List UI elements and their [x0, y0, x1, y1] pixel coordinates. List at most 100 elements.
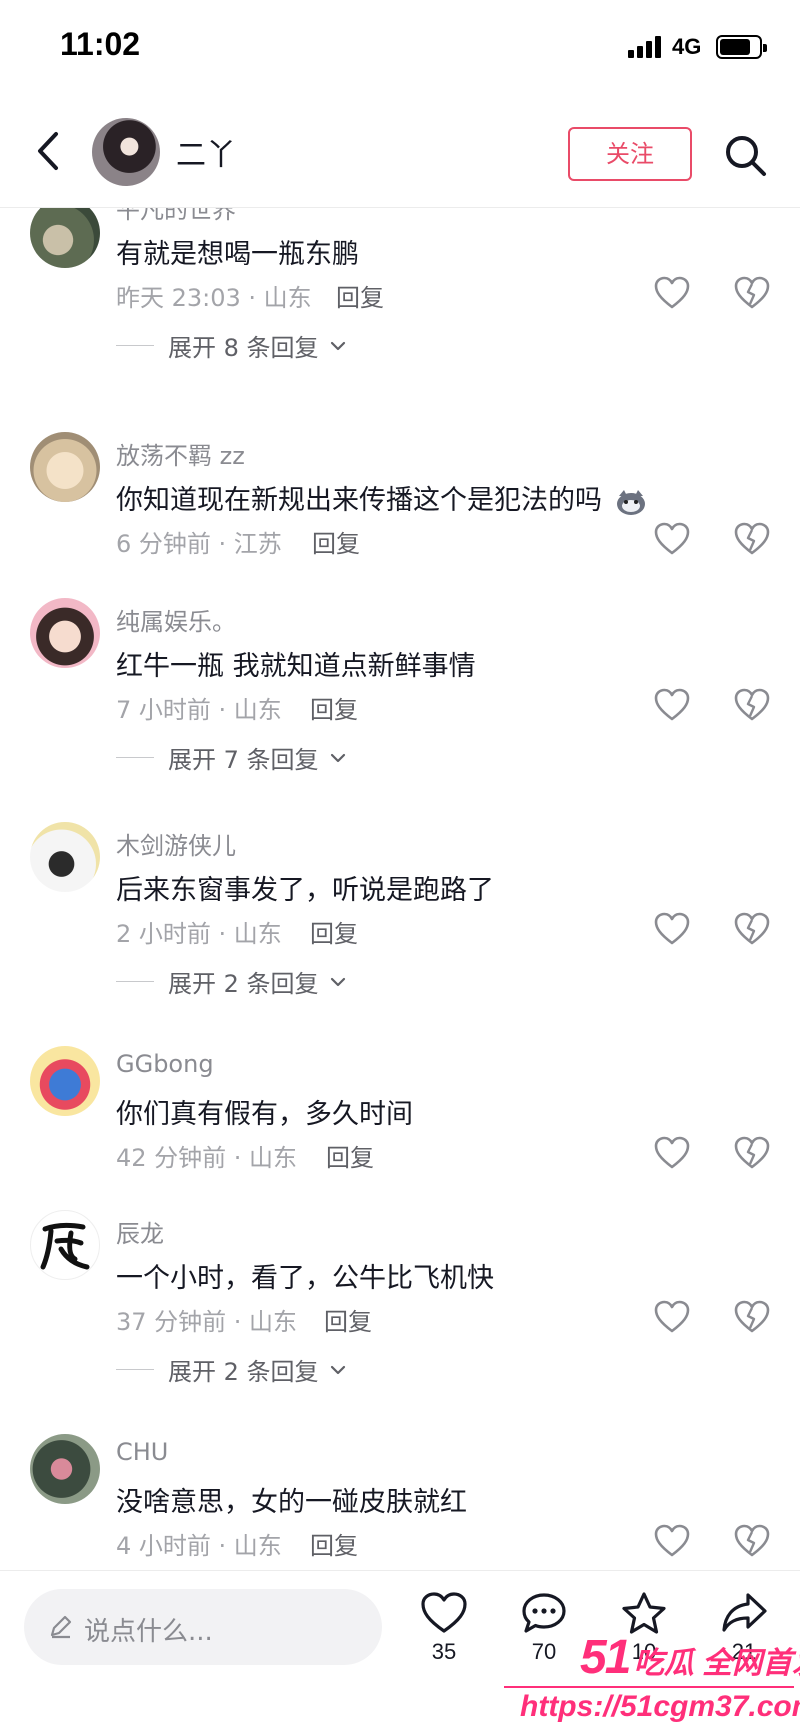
comment-meta: 42 分钟前 · 山东	[116, 1144, 298, 1172]
battery-icon	[716, 35, 767, 59]
back-arrow-icon	[38, 132, 58, 170]
emoji-icon	[616, 489, 645, 515]
like-count: 35	[431, 1639, 457, 1664]
chevron-down-icon	[330, 341, 345, 350]
avatar[interactable]	[30, 1046, 100, 1116]
like-button[interactable]	[654, 522, 690, 556]
comment-text: 你知道现在新规出来传播这个是犯法的吗	[116, 478, 647, 517]
avatar[interactable]	[30, 1434, 100, 1504]
comment-username[interactable]: 纯属娱乐。	[116, 602, 236, 637]
comment-meta: 4 小时前 · 山东	[116, 1532, 282, 1560]
comment-action-button[interactable]: 70	[504, 1591, 584, 1691]
profile-header: 二丫 关注	[0, 96, 800, 208]
comment-item: CHU 没啥意思，女的一碰皮肤就红 4 小时前 · 山东 回复	[0, 1434, 800, 1570]
comment-meta: 6 分钟前 · 江苏	[116, 530, 282, 558]
reply-button[interactable]: 回复	[310, 914, 358, 949]
reply-button[interactable]: 回复	[310, 690, 358, 725]
avatar[interactable]	[30, 1210, 100, 1280]
star-icon	[622, 1592, 666, 1634]
comment-item: 木剑游侠儿 后来东窗事发了，听说是跑路了 2 小时前 · 山东 回复 展开 2 …	[0, 822, 800, 1012]
network-label: 4G	[672, 34, 702, 59]
status-bar: 11:02 4G	[0, 0, 800, 96]
comment-meta: 2 小时前 · 山东	[116, 920, 282, 948]
heart-outline-icon	[654, 276, 690, 309]
expand-replies-label: 展开 7 条回复	[168, 746, 319, 774]
chevron-down-icon	[330, 977, 345, 986]
heart-broken-icon	[734, 1300, 770, 1333]
dislike-button[interactable]	[734, 688, 770, 722]
comment-item: 辰龙 一个小时，看了，公牛比飞机快 37 分钟前 · 山东 回复 展开 2 条回…	[0, 1210, 800, 1400]
header-avatar[interactable]	[92, 118, 160, 186]
comment-username[interactable]: 平凡的世界	[116, 208, 236, 225]
reply-button[interactable]: 回复	[310, 1526, 358, 1561]
comment-username[interactable]: GGbong	[116, 1050, 214, 1078]
chevron-down-icon	[330, 753, 345, 762]
reply-button[interactable]: 回复	[324, 1302, 372, 1337]
follow-button[interactable]: 关注	[568, 127, 692, 181]
comment-meta: 37 分钟前 · 山东	[116, 1308, 298, 1336]
like-button[interactable]	[654, 1136, 690, 1170]
like-action-button[interactable]: 35	[404, 1591, 484, 1691]
comment-input-placeholder: 说点什么...	[84, 1617, 213, 1647]
dislike-button[interactable]	[734, 1524, 770, 1558]
comment-username[interactable]: 辰龙	[116, 1214, 164, 1249]
heart-outline-icon	[654, 522, 690, 555]
reply-button[interactable]: 回复	[326, 1138, 374, 1173]
search-button[interactable]	[722, 132, 770, 180]
comment-text: 有就是想喝一瓶东鹏	[116, 239, 359, 270]
chevron-down-icon	[330, 1365, 345, 1374]
dislike-button[interactable]	[734, 1136, 770, 1170]
expand-replies[interactable]: 展开 8 条回复	[116, 328, 346, 362]
calligraphy-logo	[40, 1222, 90, 1270]
like-button[interactable]	[654, 912, 690, 946]
heart-outline-icon	[654, 1300, 690, 1333]
dislike-button[interactable]	[734, 522, 770, 556]
signal-icon	[628, 36, 664, 58]
comment-username[interactable]: CHU	[116, 1438, 168, 1466]
dislike-button[interactable]	[734, 1300, 770, 1334]
comment-count: 70	[531, 1639, 557, 1664]
heart-broken-icon	[734, 1524, 770, 1557]
avatar[interactable]	[30, 598, 100, 668]
avatar[interactable]	[30, 432, 100, 502]
like-button[interactable]	[654, 1524, 690, 1558]
comment-text: 没啥意思，女的一碰皮肤就红	[116, 1487, 467, 1518]
comment-meta: 昨天 23:03 · 山东	[116, 284, 312, 312]
comment-input[interactable]: 说点什么...	[24, 1589, 382, 1665]
watermark-divider	[504, 1686, 794, 1688]
comment-text: 一个小时，看了，公牛比飞机快	[116, 1263, 494, 1294]
heart-broken-icon	[734, 912, 770, 945]
dislike-button[interactable]	[734, 912, 770, 946]
back-button[interactable]	[30, 126, 70, 176]
comment-bubble-icon	[522, 1593, 566, 1633]
watermark-url: https://51cgm37.com	[520, 1690, 800, 1723]
expand-replies-label: 展开 8 条回复	[168, 334, 319, 362]
heart-outline-icon	[654, 1136, 690, 1169]
expand-replies[interactable]: 展开 7 条回复	[116, 740, 346, 774]
like-button[interactable]	[654, 276, 690, 310]
heart-broken-icon	[734, 276, 770, 309]
like-button[interactable]	[654, 1300, 690, 1334]
comment-text-content: 你知道现在新规出来传播这个是犯法的吗	[116, 485, 602, 516]
watermark-logo: 51 吃瓜 全网首发	[580, 1630, 800, 1685]
comment-username[interactable]: 木剑游侠儿	[116, 826, 236, 861]
comment-text: 红牛一瓶 我就知道点新鲜事情	[116, 651, 476, 682]
dislike-button[interactable]	[734, 276, 770, 310]
expand-replies[interactable]: 展开 2 条回复	[116, 964, 346, 998]
comment-username[interactable]: 放荡不羁 zz	[116, 436, 245, 471]
watermark-logo-text: 吃瓜 全网首发	[633, 1647, 800, 1680]
heart-broken-icon	[734, 522, 770, 555]
reply-button[interactable]: 回复	[336, 278, 384, 313]
expand-replies-label: 展开 2 条回复	[168, 970, 319, 998]
expand-replies[interactable]: 展开 2 条回复	[116, 1352, 346, 1386]
comment-item: GGbong 你们真有假有，多久时间 42 分钟前 · 山东 回复	[0, 1046, 800, 1176]
comment-list: 平凡的世界 有就是想喝一瓶东鹏 昨天 23:03 · 山东 回复 展开 8 条回…	[0, 208, 800, 1570]
header-username[interactable]: 二丫	[176, 130, 236, 174]
comment-item: 放荡不羁 zz 你知道现在新规出来传播这个是犯法的吗 6 分钟前 · 江苏 回复	[0, 432, 800, 562]
share-arrow-icon	[722, 1593, 767, 1632]
reply-button[interactable]: 回复	[312, 524, 360, 559]
avatar[interactable]	[30, 208, 100, 268]
avatar[interactable]	[30, 822, 100, 892]
heart-outline-icon	[654, 1524, 690, 1557]
like-button[interactable]	[654, 688, 690, 722]
